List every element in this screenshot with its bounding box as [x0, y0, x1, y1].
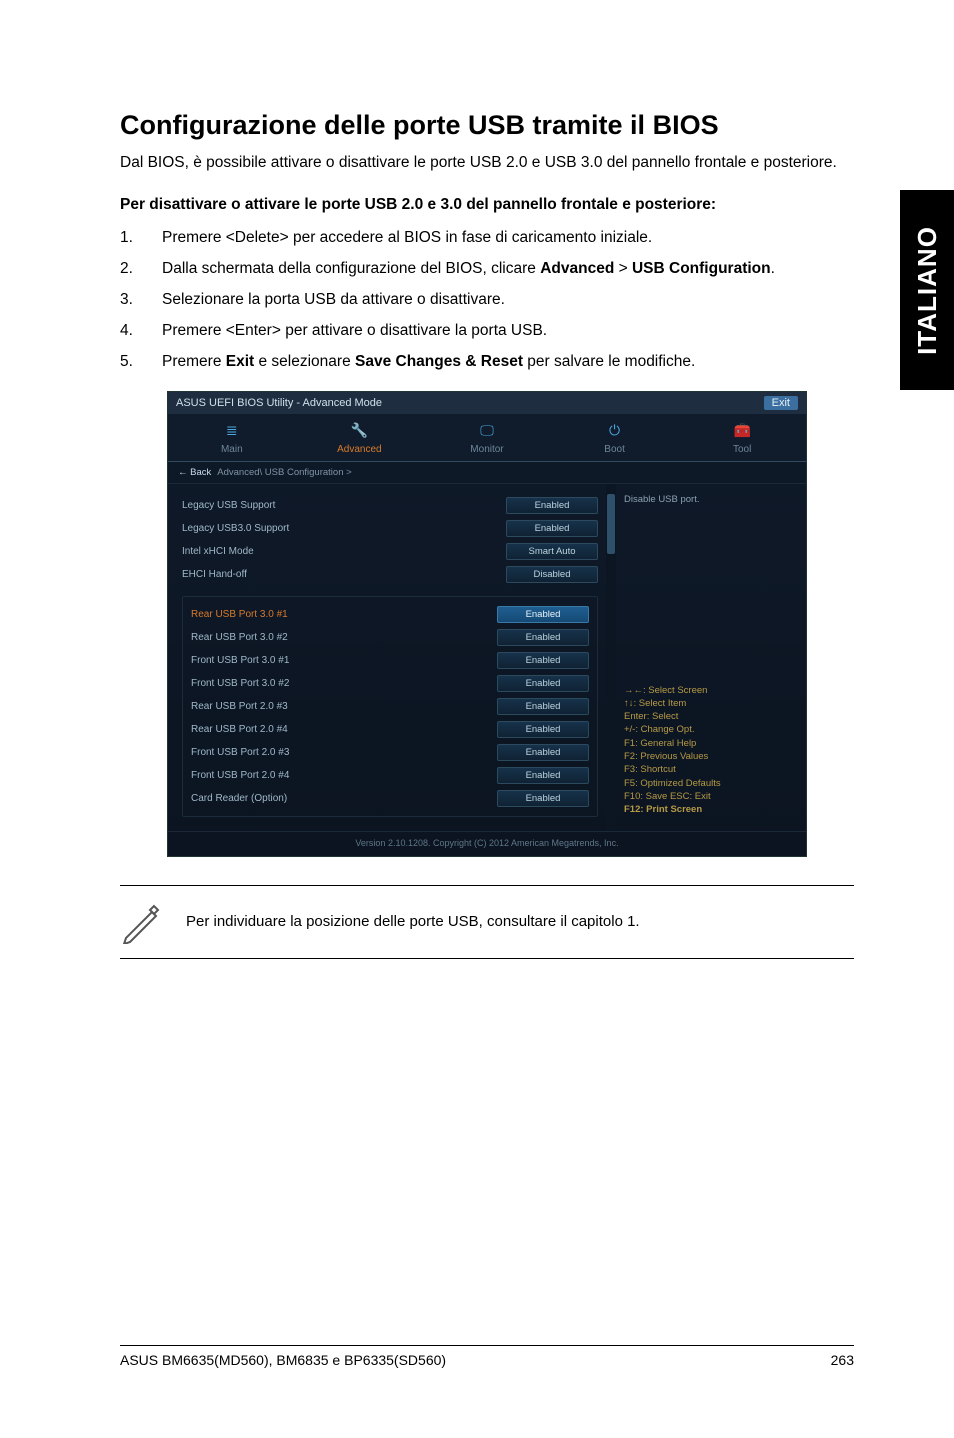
option-label: Legacy USB3.0 Support: [182, 523, 289, 534]
list-icon: ≣: [172, 422, 292, 440]
intro-text: Dal BIOS, è possibile attivare o disatti…: [120, 153, 854, 174]
bios-breadcrumb: ← Back Advanced\ USB Configuration >: [168, 462, 806, 484]
option-label: Intel xHCI Mode: [182, 546, 254, 557]
page-title: Configurazione delle porte USB tramite i…: [120, 110, 854, 141]
option-row[interactable]: EHCI Hand-off Disabled: [182, 563, 598, 586]
option-value[interactable]: Enabled: [497, 652, 589, 669]
option-label: Front USB Port 3.0 #2: [191, 678, 289, 689]
help-keys: →←: Select Screen↑↓: Select ItemEnter: S…: [624, 684, 796, 817]
help-key-line: ↑↓: Select Item: [624, 697, 796, 710]
bios-options-panel: Legacy USB SupportEnabledLegacy USB3.0 S…: [168, 484, 606, 831]
bios-footer: Version 2.10.1208. Copyright (C) 2012 Am…: [168, 831, 806, 856]
tab-boot[interactable]: ⏻Boot: [551, 414, 679, 461]
option-row[interactable]: Rear USB Port 3.0 #2 Enabled: [191, 626, 589, 649]
option-label: Rear USB Port 3.0 #1: [191, 609, 288, 620]
option-row[interactable]: Rear USB Port 2.0 #4 Enabled: [191, 718, 589, 741]
option-label: Rear USB Port 2.0 #4: [191, 724, 288, 735]
option-row[interactable]: Legacy USB3.0 Support Enabled: [182, 517, 598, 540]
usb-port-group: Rear USB Port 3.0 #1EnabledRear USB Port…: [182, 596, 598, 817]
pencil-icon: [120, 900, 164, 944]
option-row[interactable]: Legacy USB Support Enabled: [182, 494, 598, 517]
tool-icon: 🧰: [682, 422, 802, 440]
help-key-line: F10: Save ESC: Exit: [624, 790, 796, 803]
bios-title-text: ASUS UEFI BIOS Utility - Advanced Mode: [176, 397, 382, 409]
help-key-line: Enter: Select: [624, 710, 796, 723]
option-row[interactable]: Card Reader (Option) Enabled: [191, 787, 589, 810]
bios-screenshot: ASUS UEFI BIOS Utility - Advanced Mode E…: [167, 391, 807, 857]
help-key-line: F3: Shortcut: [624, 763, 796, 776]
footer-page-number: 263: [831, 1352, 854, 1368]
option-value[interactable]: Enabled: [497, 744, 589, 761]
option-label: Front USB Port 2.0 #4: [191, 770, 289, 781]
language-tab-label: ITALIANO: [912, 226, 943, 355]
option-value[interactable]: Enabled: [497, 675, 589, 692]
step-item: Premere Exit e selezionare Save Changes …: [120, 352, 854, 373]
option-value[interactable]: Enabled: [497, 767, 589, 784]
help-key-line: +/-: Change Opt.: [624, 723, 796, 736]
option-label: Rear USB Port 3.0 #2: [191, 632, 288, 643]
help-description: Disable USB port.: [624, 494, 796, 584]
help-key-line: F2: Previous Values: [624, 750, 796, 763]
wrench-icon: 🔧: [300, 422, 420, 440]
option-label: Card Reader (Option): [191, 793, 287, 804]
option-row[interactable]: Intel xHCI Mode Smart Auto: [182, 540, 598, 563]
tab-main[interactable]: ≣Main: [168, 414, 296, 461]
tab-advanced[interactable]: 🔧Advanced: [296, 414, 424, 461]
option-value[interactable]: Enabled: [497, 698, 589, 715]
breadcrumb-path: Advanced\ USB Configuration >: [217, 467, 351, 478]
step-item: Premere <Delete> per accedere al BIOS in…: [120, 228, 854, 249]
bios-title-bar: ASUS UEFI BIOS Utility - Advanced Mode E…: [168, 392, 806, 414]
help-key-line: F5: Optimized Defaults: [624, 777, 796, 790]
scrollbar-thumb[interactable]: [607, 494, 615, 554]
help-key-line: F1: General Help: [624, 737, 796, 750]
footer-left: ASUS BM6635(MD560), BM6835 e BP6335(SD56…: [120, 1352, 446, 1368]
option-row[interactable]: Front USB Port 3.0 #1 Enabled: [191, 649, 589, 672]
step-item: Dalla schermata della configurazione del…: [120, 259, 854, 280]
option-label: Front USB Port 2.0 #3: [191, 747, 289, 758]
note-row: Per individuare la posizione delle porte…: [120, 885, 854, 959]
option-value[interactable]: Enabled: [497, 629, 589, 646]
tab-tool[interactable]: 🧰Tool: [678, 414, 806, 461]
monitor-icon: 🖵: [427, 422, 547, 440]
option-value[interactable]: Enabled: [497, 606, 589, 623]
option-value[interactable]: Smart Auto: [506, 543, 598, 560]
step-list: Premere <Delete> per accedere al BIOS in…: [120, 228, 854, 373]
help-key-line: →←: Select Screen: [624, 684, 796, 697]
note-text: Per individuare la posizione delle porte…: [186, 913, 640, 930]
back-button[interactable]: ← Back: [178, 467, 211, 478]
help-key-line: F12: Print Screen: [624, 803, 796, 816]
option-value[interactable]: Disabled: [506, 566, 598, 583]
option-label: EHCI Hand-off: [182, 569, 247, 580]
option-value[interactable]: Enabled: [506, 520, 598, 537]
bios-exit-indicator: Exit: [764, 396, 798, 410]
step-item: Selezionare la porta USB da attivare o d…: [120, 290, 854, 311]
tab-monitor[interactable]: 🖵Monitor: [423, 414, 551, 461]
bios-tabs: ≣Main 🔧Advanced 🖵Monitor ⏻Boot 🧰Tool: [168, 414, 806, 462]
power-icon: ⏻: [555, 422, 675, 440]
language-tab: ITALIANO: [900, 190, 954, 390]
option-row[interactable]: Front USB Port 3.0 #2 Enabled: [191, 672, 589, 695]
option-value[interactable]: Enabled: [497, 790, 589, 807]
option-row[interactable]: Front USB Port 2.0 #4 Enabled: [191, 764, 589, 787]
scrollbar[interactable]: [606, 484, 616, 831]
option-row[interactable]: Front USB Port 2.0 #3 Enabled: [191, 741, 589, 764]
option-label: Legacy USB Support: [182, 500, 275, 511]
option-value[interactable]: Enabled: [506, 497, 598, 514]
option-row[interactable]: Rear USB Port 3.0 #1 Enabled: [191, 603, 589, 626]
page-footer: ASUS BM6635(MD560), BM6835 e BP6335(SD56…: [120, 1345, 854, 1368]
option-row[interactable]: Rear USB Port 2.0 #3 Enabled: [191, 695, 589, 718]
subheading: Per disattivare o attivare le porte USB …: [120, 196, 854, 214]
step-item: Premere <Enter> per attivare o disattiva…: [120, 321, 854, 342]
option-label: Front USB Port 3.0 #1: [191, 655, 289, 666]
option-value[interactable]: Enabled: [497, 721, 589, 738]
option-label: Rear USB Port 2.0 #3: [191, 701, 288, 712]
